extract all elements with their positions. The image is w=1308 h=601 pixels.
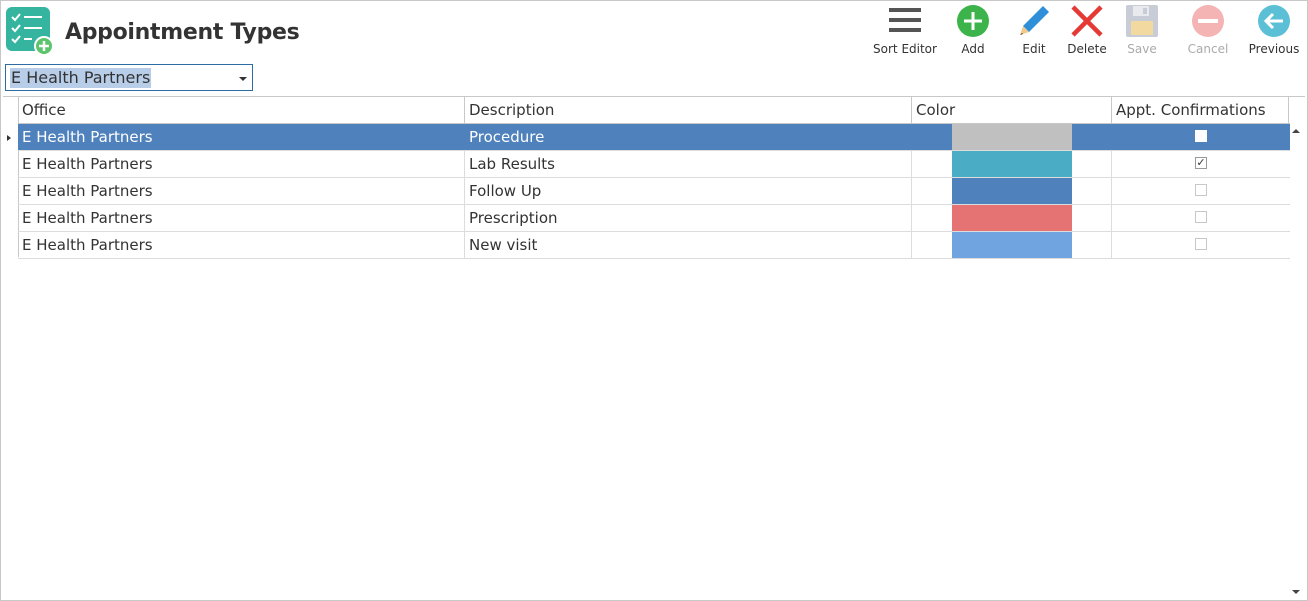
add-button[interactable]: Add [954,4,992,58]
column-header-appt-confirmations[interactable]: Appt. Confirmations [1112,97,1290,123]
cell-office[interactable]: E Health Partners [18,124,465,150]
cell-color[interactable] [912,124,1112,150]
cell-description[interactable]: Prescription [465,205,912,231]
cell-appt-confirmations[interactable]: ✓ [1112,151,1290,177]
cell-office[interactable]: E Health Partners [18,232,465,258]
current-row-arrow-icon [7,135,11,141]
cell-description[interactable]: New visit [465,232,912,258]
chevron-down-icon[interactable] [239,77,247,81]
table-row[interactable]: E Health Partners Prescription [18,205,1290,232]
delete-label: Delete [1067,42,1107,56]
office-dropdown-value: E Health Partners [10,68,152,88]
add-circle-icon [957,5,989,37]
previous-label: Previous [1248,42,1300,56]
office-dropdown[interactable]: E Health Partners [5,64,253,91]
confirmation-checkbox[interactable] [1195,184,1207,196]
row-indicator-column [3,97,19,257]
cell-color[interactable] [912,205,1112,231]
edit-label: Edit [1022,42,1046,56]
cell-office[interactable]: E Health Partners [18,205,465,231]
edit-button[interactable]: Edit [1015,4,1053,58]
cell-color[interactable] [912,232,1112,258]
column-header-office[interactable]: Office [18,97,465,123]
cell-appt-confirmations[interactable] [1112,178,1290,204]
sort-editor-label: Sort Editor [873,42,937,56]
save-label: Save [1127,42,1157,56]
color-swatch [952,178,1072,204]
cell-description[interactable]: Procedure [465,124,912,150]
add-label: Add [961,42,985,56]
table-row[interactable]: E Health Partners Follow Up [18,178,1290,205]
cell-office[interactable]: E Health Partners [18,178,465,204]
close-x-icon [1071,5,1103,37]
previous-button[interactable]: Previous [1248,4,1300,58]
grid-header: Office Description Color Appt. Confirmat… [18,97,1290,124]
save-button[interactable]: Save [1123,4,1161,58]
cell-appt-confirmations[interactable] [1112,232,1290,258]
vertical-scrollbar[interactable] [1289,124,1303,599]
confirmation-checkbox[interactable] [1195,211,1207,223]
cell-appt-confirmations[interactable] [1112,205,1290,231]
cell-office[interactable]: E Health Partners [18,151,465,177]
cancel-button[interactable]: Cancel [1187,4,1229,58]
cell-color[interactable] [912,151,1112,177]
arrow-left-icon [1258,5,1290,37]
scroll-down-icon[interactable] [1292,590,1300,594]
column-header-color[interactable]: Color [912,97,1112,123]
table-row[interactable]: E Health Partners Procedure [18,124,1290,151]
minus-circle-icon [1192,5,1224,37]
hamburger-menu-icon [889,8,921,32]
appointment-types-grid: Office Description Color Appt. Confirmat… [3,96,1305,599]
cell-description[interactable]: Follow Up [465,178,912,204]
header-corner [1288,97,1305,123]
color-swatch [952,124,1072,150]
confirmation-checkbox[interactable]: ✓ [1195,157,1207,169]
sort-editor-button[interactable]: Sort Editor [872,4,938,58]
cancel-label: Cancel [1187,42,1229,56]
grid-rows: E Health Partners Procedure E Health Par… [18,124,1290,259]
page-title: Appointment Types [65,20,300,45]
cell-appt-confirmations[interactable] [1112,124,1290,150]
color-swatch [952,232,1072,258]
delete-button[interactable]: Delete [1066,4,1108,58]
pencil-icon [1020,6,1049,35]
cell-color[interactable] [912,178,1112,204]
checklist-add-icon [6,7,54,56]
table-row[interactable]: E Health Partners New visit [18,232,1290,259]
floppy-disk-icon [1126,5,1158,37]
cell-description[interactable]: Lab Results [465,151,912,177]
color-swatch [952,205,1072,231]
scroll-up-icon[interactable] [1292,129,1300,133]
column-header-description[interactable]: Description [465,97,912,123]
color-swatch [952,151,1072,177]
confirmation-checkbox[interactable] [1195,238,1207,250]
confirmation-checkbox[interactable] [1195,130,1207,142]
table-row[interactable]: E Health Partners Lab Results ✓ [18,151,1290,178]
